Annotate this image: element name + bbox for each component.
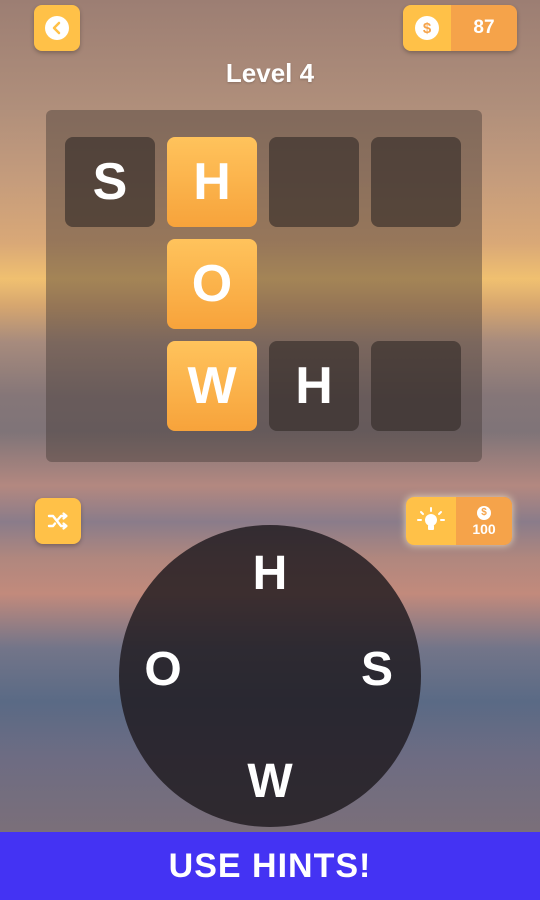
tile-r1-c1: S xyxy=(65,137,155,227)
tile-r2-c2: O xyxy=(167,239,257,329)
wheel-letter-s[interactable]: S xyxy=(347,639,407,699)
bulb-icon-container xyxy=(406,497,456,545)
tile-r1-c4 xyxy=(371,137,461,227)
shuffle-icon xyxy=(47,512,68,530)
wheel-letter-o[interactable]: O xyxy=(133,639,193,699)
chevron-left-icon xyxy=(45,16,69,40)
back-button[interactable] xyxy=(34,5,80,51)
wheel-letter-w[interactable]: W xyxy=(240,751,300,811)
lightbulb-icon xyxy=(417,507,445,530)
coin-count: 87 xyxy=(451,5,517,51)
tile-r3-c4 xyxy=(371,341,461,431)
coin-icon-container: $ xyxy=(403,5,451,51)
coin-icon: $ xyxy=(415,16,439,40)
wheel-letter-h[interactable]: H xyxy=(240,543,300,603)
level-title: Level 4 xyxy=(225,58,315,88)
tile-r1-c3 xyxy=(269,137,359,227)
tile-r3-c2: W xyxy=(167,341,257,431)
hint-cost-value: 100 xyxy=(472,520,496,537)
shuffle-button[interactable] xyxy=(35,498,81,544)
letter-wheel[interactable]: H O S W xyxy=(119,525,421,827)
tile-r1-c2: H xyxy=(167,137,257,227)
coin-counter[interactable]: $ 87 xyxy=(403,5,517,51)
hint-cost: $ 100 xyxy=(456,497,512,545)
tile-r3-c3: H xyxy=(269,341,359,431)
coin-icon: $ xyxy=(477,505,491,520)
hint-button[interactable]: $ 100 xyxy=(406,497,512,545)
crossword-board: S H O W H xyxy=(46,110,482,462)
use-hints-banner[interactable]: USE HINTS! xyxy=(0,832,540,900)
